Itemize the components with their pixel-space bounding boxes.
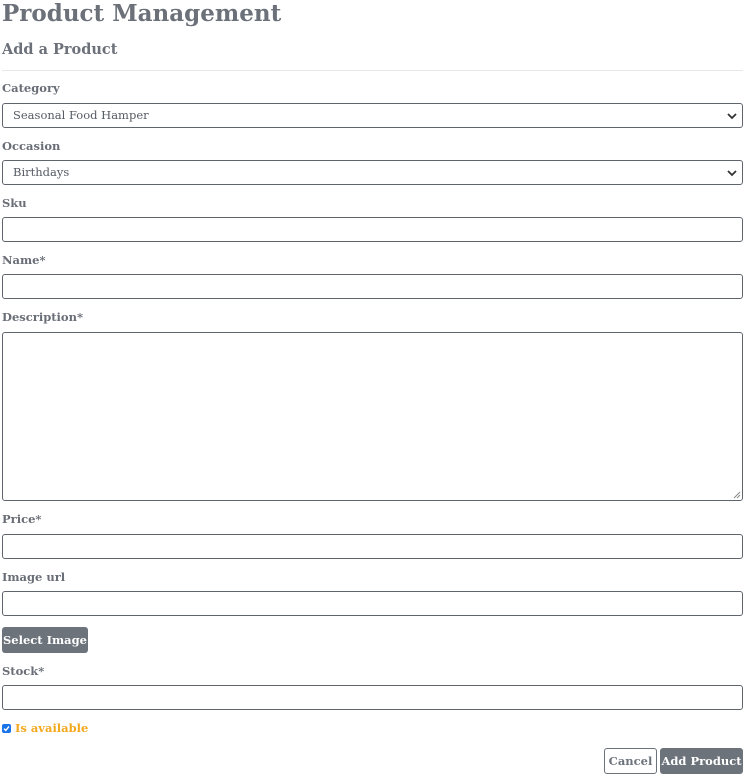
sku-input[interactable] [2, 217, 743, 242]
occasion-select[interactable]: Birthdays [2, 160, 743, 185]
stock-label: Stock* [2, 664, 45, 678]
is-available-label: Is available [15, 721, 89, 735]
description-textarea[interactable] [2, 332, 743, 501]
resize-grip-icon[interactable] [733, 491, 741, 499]
form-subtitle: Add a Product [2, 41, 118, 58]
occasion-label: Occasion [2, 139, 61, 153]
price-input[interactable] [2, 534, 743, 559]
category-label: Category [2, 81, 60, 95]
select-image-button[interactable]: Select Image [2, 627, 88, 653]
occasion-selected-value: Birthdays [13, 165, 70, 179]
stock-input[interactable] [2, 685, 743, 710]
category-selected-value: Seasonal Food Hamper [13, 108, 149, 122]
category-select[interactable]: Seasonal Food Hamper [2, 103, 743, 128]
price-label: Price* [2, 512, 42, 526]
header-divider [2, 70, 743, 71]
chevron-down-icon [727, 170, 737, 177]
add-product-button[interactable]: Add Product [660, 748, 743, 774]
cancel-button[interactable]: Cancel [604, 748, 657, 774]
is-available-checkbox[interactable] [2, 724, 11, 733]
name-input[interactable] [2, 274, 743, 299]
sku-label: Sku [2, 196, 27, 210]
chevron-down-icon [727, 113, 737, 120]
image-url-input[interactable] [2, 591, 743, 616]
description-label: Description* [2, 310, 83, 324]
image-url-label: Image url [2, 570, 66, 584]
page-title: Product Management [2, 0, 282, 27]
name-label: Name* [2, 253, 46, 267]
checkmark-icon [3, 725, 10, 732]
